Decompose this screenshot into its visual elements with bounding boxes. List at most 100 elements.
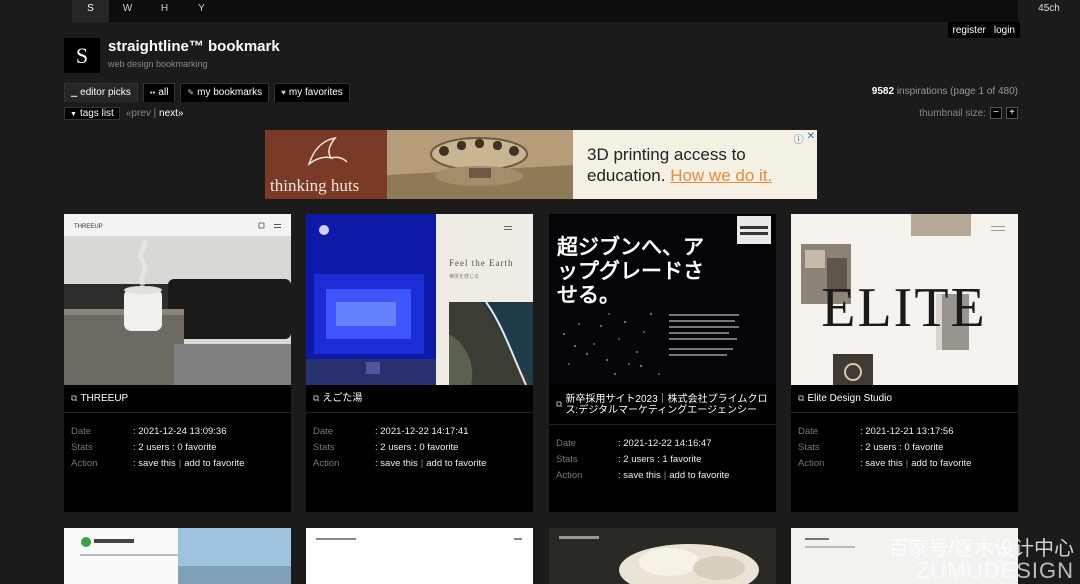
action-links: : save this | add to favorite	[133, 457, 245, 469]
stats-value: : 2 users : 1 favorite	[618, 453, 702, 465]
ad-banner[interactable]: thinking huts ⓘ ✕ 3D printing access to …	[265, 130, 817, 199]
prev-link[interactable]: «prev	[126, 108, 151, 119]
card-title[interactable]: ⧉ Elite Design Studio	[791, 385, 1018, 413]
action-label: Action	[71, 457, 98, 469]
card-thumbnail[interactable]: 超ジブンへ、アップグレードさせる。	[549, 214, 776, 385]
thumbnail-smaller-button[interactable]: −	[990, 107, 1002, 119]
stats-label: Stats	[71, 441, 93, 453]
ad-controls: ⓘ ✕	[794, 131, 815, 146]
card-thumbnail[interactable]	[306, 528, 533, 584]
ad-close-icon[interactable]: ✕	[807, 131, 815, 146]
letter-nav-h[interactable]: H	[146, 0, 183, 22]
card-meta: Date: 2021-12-22 14:16:47 Stats: 2 users…	[549, 425, 776, 483]
grid-icon: ▪▪	[149, 88, 156, 97]
ad-copy-panel: ⓘ ✕ 3D printing access to education. How…	[573, 130, 817, 199]
letter-nav: S W H Y	[72, 0, 1018, 22]
action-links: : save this | add to favorite	[375, 457, 487, 469]
date-value: : 2021-12-21 13:17:56	[860, 425, 954, 437]
add-to-favorite-link[interactable]: add to favorite	[184, 458, 244, 469]
pencil-icon: ✎	[187, 88, 195, 97]
save-this-link[interactable]: save this	[865, 458, 903, 469]
tab-my-favorites[interactable]: ♥ my favorites	[274, 83, 350, 102]
tags-list-button[interactable]: ▼ tags list	[64, 107, 120, 120]
date-label: Date	[798, 425, 819, 437]
account-links: register login	[947, 22, 1020, 38]
ad-line-1: 3D printing access to	[587, 145, 746, 164]
tab-all[interactable]: ▪▪ all	[142, 83, 176, 102]
site-subtitle: web design bookmarking	[108, 59, 208, 69]
thumb-feel-text: Feel the Earth	[449, 258, 513, 268]
tab-label: my favorites	[288, 87, 343, 98]
stats-value: : 2 users : 0 favorite	[860, 441, 944, 453]
letter-nav-w[interactable]: W	[109, 0, 146, 22]
bookmark-card: Feel the Earth 裸体を感じる ⧉ えごた湯 Date: 2021-1…	[306, 214, 533, 512]
login-link[interactable]: login	[994, 25, 1015, 36]
site-title[interactable]: straightline™ bookmark	[108, 38, 280, 55]
next-link[interactable]: next»	[159, 108, 183, 119]
ad-brand-name: thinking huts	[270, 176, 360, 195]
card-title[interactable]: ⧉ THREEUP	[64, 385, 291, 413]
channel-link[interactable]: 45ch	[1018, 0, 1080, 18]
card-thumbnail[interactable]: ELITE	[791, 214, 1018, 385]
bookmark-card: ELITE ⧉ Elite Design Studio Date : 2021-12…	[791, 214, 1018, 512]
bookmark-card: THREEUP ⧉ THREEUP Date: 2021-12-24 13:09:…	[64, 214, 291, 512]
ad-info-icon[interactable]: ⓘ	[794, 131, 804, 146]
save-this-link[interactable]: save this	[623, 470, 661, 481]
action-links: : save this | add to favorite	[860, 457, 972, 469]
add-to-favorite-link[interactable]: add to favorite	[669, 470, 729, 481]
card-thumbnail[interactable]: Feel the Earth 裸体を感じる	[306, 214, 533, 385]
letter-nav-s[interactable]: S	[72, 0, 109, 22]
ad-image	[387, 130, 573, 199]
watermark-line-2: ZUMUDESIGN	[916, 558, 1074, 583]
card-title-text: THREEUP	[80, 393, 129, 404]
watermark-line-1: 百家号/逐木设计中心	[888, 538, 1074, 560]
add-to-favorite-link[interactable]: add to favorite	[426, 458, 486, 469]
external-link-icon[interactable]: ⧉	[798, 393, 804, 404]
date-label: Date	[556, 437, 577, 449]
tab-my-bookmarks[interactable]: ✎ my bookmarks	[180, 83, 270, 102]
site-logo[interactable]: S	[64, 38, 100, 73]
external-link-icon[interactable]: ⧉	[556, 399, 562, 410]
bird-logo-icon	[307, 136, 348, 167]
thumb-elite-text: ELITE	[821, 277, 986, 339]
heart-icon: ♥	[281, 88, 286, 97]
caret-down-icon: ▼	[70, 111, 77, 118]
ad-brand-panel: thinking huts	[265, 130, 387, 199]
tab-label: all	[158, 87, 169, 98]
save-this-link[interactable]: save this	[138, 458, 176, 469]
date-value: : 2021-12-24 13:09:36	[133, 425, 227, 437]
pagination-divider: |	[153, 108, 157, 119]
watermark: 百家号/逐木设计中心 ZUMUDESIGN	[888, 538, 1074, 582]
card-title[interactable]: ⧉ えごた湯	[306, 385, 533, 413]
action-label: Action	[556, 469, 583, 481]
pagination: «prev | next»	[126, 108, 184, 119]
card-meta: Date: 2021-12-24 13:09:36 Stats: 2 users…	[64, 413, 291, 471]
thumb-headline: 超ジブンへ、アップグレードさせる。	[557, 236, 704, 307]
tags-list-label: tags list	[79, 108, 114, 119]
tab-label: my bookmarks	[197, 87, 263, 98]
action-label: Action	[798, 457, 825, 469]
date-label: Date	[71, 425, 92, 437]
stats-label: Stats	[556, 453, 578, 465]
thumbnail-size-control: thumbnail size: − +	[919, 107, 1018, 119]
external-link-icon[interactable]: ⧉	[313, 393, 319, 404]
register-link[interactable]: register	[953, 25, 986, 36]
card-thumbnail[interactable]	[549, 528, 776, 584]
letter-nav-y[interactable]: Y	[183, 0, 220, 22]
tab-label: editor picks	[80, 87, 131, 98]
ad-cta-link[interactable]: How we do it.	[670, 166, 772, 185]
thumbnail-larger-button[interactable]: +	[1006, 107, 1018, 119]
card-thumbnail[interactable]: THREEUP	[64, 214, 291, 385]
action-label: Action	[313, 457, 340, 469]
date-label: Date	[313, 425, 334, 437]
count-label: inspirations (page 1 of 480)	[896, 86, 1018, 97]
card-title[interactable]: ⧉ 新卒採用サイト2023｜株式会社プライムクロス:デジタルマーケティングエージェ…	[549, 385, 776, 425]
card-title-text: 新卒採用サイト2023｜株式会社プライムクロス:デジタルマーケティングエージェン…	[565, 393, 768, 416]
tab-editor-picks[interactable]: ▁ editor picks	[64, 83, 138, 102]
external-link-icon[interactable]: ⧉	[71, 393, 77, 404]
ad-line-2-prefix: education.	[587, 166, 666, 185]
card-thumbnail[interactable]	[64, 528, 291, 584]
save-this-link[interactable]: save this	[380, 458, 418, 469]
add-to-favorite-link[interactable]: add to favorite	[911, 458, 971, 469]
ad-line-2: education. How we do it.	[587, 165, 772, 186]
